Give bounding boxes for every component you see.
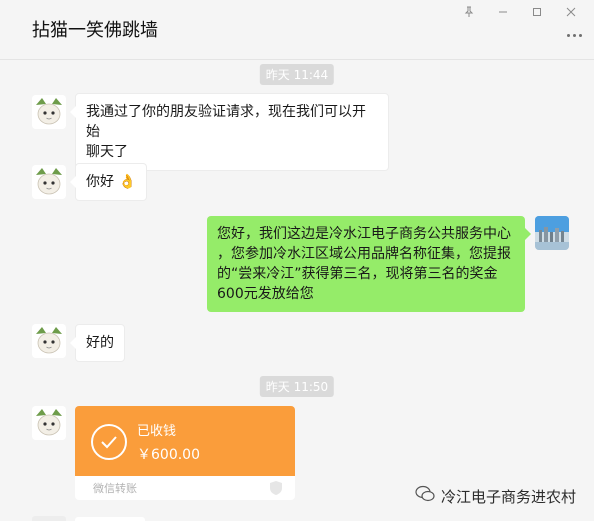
pin-icon[interactable] xyxy=(454,2,484,22)
ok-hand-emoji-icon: 👌 xyxy=(118,174,136,190)
chat-title: 拈猫一笑佛跳墙 xyxy=(32,20,158,41)
message-bubble-received[interactable]: 你好 👌 xyxy=(70,163,147,201)
contact-avatar[interactable] xyxy=(32,324,66,358)
message-bubble-received[interactable]: 好的 xyxy=(70,324,125,362)
minimize-icon[interactable] xyxy=(488,2,518,22)
message-text: 你好 xyxy=(86,174,114,190)
message-list[interactable]: 昨天 11:44 我通过了你的朋友验证请求，现在我们可以开始 聊天了 你好 👌 … xyxy=(0,61,594,521)
transfer-amount: ￥600.00 xyxy=(137,447,200,463)
window-controls xyxy=(454,2,586,22)
watermark: 冷江电子商务进农村 xyxy=(415,485,576,507)
contact-avatar-partial xyxy=(32,516,66,521)
transfer-status: 已收钱 xyxy=(137,424,177,439)
transfer-footer-label: 微信转账 xyxy=(93,482,137,495)
title-bar: 拈猫一笑佛跳墙 xyxy=(0,0,594,60)
contact-avatar[interactable] xyxy=(32,95,66,129)
message-text: 聊天了 xyxy=(86,144,128,160)
message-text: 好的 xyxy=(86,335,114,351)
watermark-text: 冷江电子商务进农村 xyxy=(440,487,576,506)
more-options-icon[interactable] xyxy=(567,34,582,37)
message-text: 的“尝来冷江”获得第三名，现将第三名的奖金 xyxy=(217,266,498,282)
timestamp-divider: 昨天 11:50 xyxy=(259,376,335,397)
check-circle-icon xyxy=(91,424,127,460)
wechat-logo-icon xyxy=(415,485,435,507)
message-bubble-sent[interactable]: 您好，我们这边是冷水江电子商务公共服务中心 ，您参加冷水江区域公用品牌名称征集，… xyxy=(207,216,531,312)
message-text: 600元发放给您 xyxy=(217,286,314,302)
message-text: 我通过了你的朋友验证请求，现在我们可以开始 xyxy=(86,104,366,140)
my-avatar[interactable] xyxy=(535,216,569,250)
contact-avatar[interactable] xyxy=(32,406,66,440)
shield-icon xyxy=(269,480,283,500)
message-bubble-received[interactable]: 我通过了你的朋友验证请求，现在我们可以开始 聊天了 xyxy=(70,93,389,171)
message-bubble-partial xyxy=(75,517,145,521)
close-icon[interactable] xyxy=(556,2,586,22)
contact-avatar[interactable] xyxy=(32,165,66,199)
maximize-icon[interactable] xyxy=(522,2,552,22)
message-text: 您好，我们这边是冷水江电子商务公共服务中心 xyxy=(217,226,511,242)
wechat-transfer-card[interactable]: 已收钱 ￥600.00 微信转账 xyxy=(75,406,295,500)
message-text: ，您参加冷水江区域公用品牌名称征集，您提报 xyxy=(217,246,511,262)
transfer-card-header: 已收钱 ￥600.00 xyxy=(75,406,295,476)
timestamp-divider: 昨天 11:44 xyxy=(259,64,335,85)
